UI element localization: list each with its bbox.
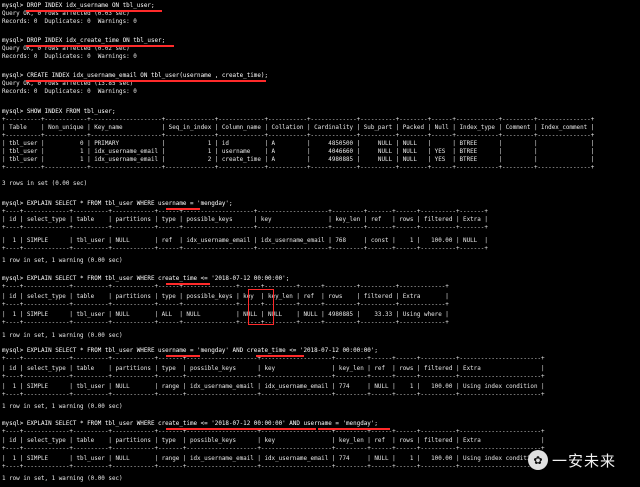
annotation-underline-drop-create-time [26, 45, 174, 47]
terminal-output-line: | Table | Non_unique | Key_name | Seq_in… [2, 125, 595, 131]
annotation-underline-and-2-username [318, 428, 390, 430]
terminal-output-line: +----+-------------+----------+---------… [2, 302, 449, 308]
terminal-output-line: Records: 0 Duplicates: 0 Warnings: 0 [2, 89, 137, 95]
terminal-output-line: +----+-------------+----------+---------… [2, 392, 545, 398]
terminal-output-line: +----------+------------+---------------… [2, 165, 595, 171]
wechat-logo-icon: ✿ [528, 450, 548, 470]
annotation-underline-drop-username [26, 10, 162, 12]
annotation-underline-create-index [26, 80, 266, 82]
terminal-output-line: +----+-------------+----------+---------… [2, 225, 488, 231]
terminal-output-line: Query OK, 0 rows affected (13.85 sec) [2, 81, 134, 87]
terminal-output-line: +----+-------------+----------+---------… [2, 246, 488, 252]
terminal-command-line: mysql> EXPLAIN SELECT * FROM tbl_user WH… [2, 201, 233, 207]
terminal-output-line: | 1 | SIMPLE | tbl_user | NULL | range |… [2, 456, 545, 462]
terminal-command-line: mysql> DROP INDEX idx_create_time ON tbl… [2, 38, 166, 44]
terminal-command-line: mysql> EXPLAIN SELECT * FROM tbl_user WH… [2, 421, 378, 427]
terminal-output-line: 1 row in set, 1 warning (0.00 sec) [2, 333, 123, 339]
terminal-output-line: +----------+------------+---------------… [2, 133, 595, 139]
terminal-output-line: | tbl_user | 1 | idx_username_email | 1 … [2, 149, 595, 155]
terminal-command-line: mysql> EXPLAIN SELECT * FROM tbl_user WH… [2, 276, 290, 282]
watermark-text: 一安未来 [552, 451, 617, 470]
terminal-window[interactable]: mysql> DROP INDEX idx_username ON tbl_us… [0, 0, 640, 487]
annotation-underline-where-username [166, 208, 200, 210]
terminal-output-line: 3 rows in set (0.00 sec) [2, 181, 88, 187]
terminal-output-line: +----+-------------+----------+---------… [2, 429, 545, 435]
terminal-output-line: Records: 0 Duplicates: 0 Warnings: 0 [2, 54, 137, 60]
terminal-command-line: mysql> DROP INDEX idx_username ON tbl_us… [2, 3, 155, 9]
annotation-underline-and-1-create-time [256, 355, 304, 357]
terminal-output-line: Query OK, 0 rows affected (0.02 sec) [2, 46, 130, 52]
annotation-underline-and-1-username [166, 355, 200, 357]
terminal-command-line: mysql> CREATE INDEX idx_username_email O… [2, 73, 268, 79]
terminal-output-line: | id | select_type | table | partitions … [2, 217, 488, 223]
terminal-output-line: +----+-------------+----------+---------… [2, 464, 545, 470]
terminal-output-line: Records: 0 Duplicates: 0 Warnings: 0 [2, 19, 137, 25]
annotation-underline-and-2-create-time [166, 428, 316, 430]
terminal-output-line: 1 row in set, 1 warning (0.00 sec) [2, 476, 123, 482]
terminal-output-line: +----+-------------+----------+---------… [2, 284, 449, 290]
terminal-output-line: | 1 | SIMPLE | tbl_user | NULL | ALL | N… [2, 312, 449, 318]
terminal-output-line: | tbl_user | 0 | PRIMARY | 1 | id | A | … [2, 141, 595, 147]
terminal-output-line: 1 row in set, 1 warning (0.00 sec) [2, 404, 123, 410]
annotation-box-key-null [248, 289, 274, 325]
annotation-underline-where-create-time [166, 283, 210, 285]
terminal-output-line: +----------+------------+---------------… [2, 117, 595, 123]
terminal-output-line: +----+-------------+----------+---------… [2, 446, 545, 452]
terminal-output-line: Query OK, 0 rows affected (0.03 sec) [2, 11, 130, 17]
terminal-output-line: +----+-------------+----------+---------… [2, 374, 545, 380]
terminal-output-line: | id | select_type | table | partitions … [2, 366, 545, 372]
terminal-command-line: mysql> SHOW INDEX FROM tbl_user; [2, 109, 116, 115]
watermark: ✿ 一安未来 [528, 447, 638, 473]
terminal-output-line: | 1 | SIMPLE | tbl_user | NULL | range |… [2, 384, 545, 390]
terminal-command-line: mysql> EXPLAIN SELECT * FROM tbl_user WH… [2, 348, 378, 354]
terminal-output-line: | 1 | SIMPLE | tbl_user | NULL | ref | i… [2, 238, 488, 244]
terminal-output-line: | id | select_type | table | partitions … [2, 294, 449, 300]
terminal-output-line: +----+-------------+----------+---------… [2, 209, 488, 215]
terminal-output-line: | tbl_user | 1 | idx_username_email | 2 … [2, 157, 595, 163]
terminal-output-line: +----+-------------+----------+---------… [2, 320, 449, 326]
terminal-output-line: 1 row in set, 1 warning (0.00 sec) [2, 258, 123, 264]
terminal-output-line: +----+-------------+----------+---------… [2, 356, 545, 362]
terminal-output-line: | id | select_type | table | partitions … [2, 438, 545, 444]
